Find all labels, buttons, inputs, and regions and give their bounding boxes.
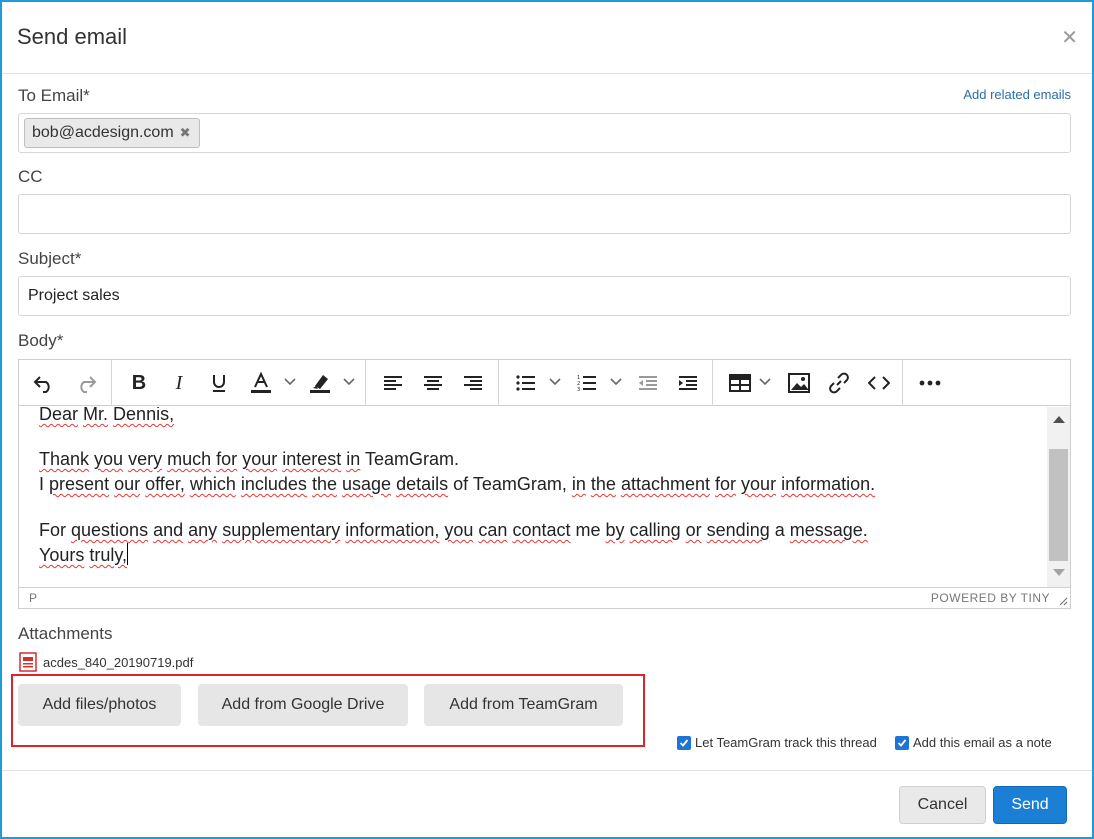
link-icon[interactable] <box>824 368 854 398</box>
redo-icon[interactable] <box>71 368 101 398</box>
body-line-2: I present our offer, which includes the … <box>39 474 876 494</box>
track-thread-checkbox[interactable]: Let TeamGram track this thread <box>677 735 877 750</box>
italic-icon[interactable]: I <box>164 368 194 398</box>
cc-label: CC <box>18 167 43 186</box>
body-closing-paragraph: Yours truly, <box>39 543 1046 568</box>
editor-statusbar: P POWERED BY TINY <box>19 587 1070 608</box>
body-closing: Yours truly, <box>39 545 128 565</box>
subject-field[interactable]: Project sales <box>18 276 1071 316</box>
toolbar-group-lists: 123 <box>499 360 713 406</box>
bullet-list-chevron-icon[interactable] <box>548 375 562 389</box>
powered-by-label[interactable]: POWERED BY TINY <box>931 591 1050 605</box>
editor-toolbar: B I 1 2 3 <box>19 360 1070 406</box>
align-left-icon[interactable] <box>378 368 408 398</box>
table-icon[interactable] <box>725 368 755 398</box>
toolbar-group-history <box>19 360 112 406</box>
cancel-button[interactable]: Cancel <box>899 786 986 824</box>
element-path[interactable]: P <box>29 591 37 605</box>
toolbar-group-insert <box>713 360 903 406</box>
editor-scrollbar[interactable] <box>1047 407 1070 587</box>
body-line-1: Thank you very much for your interest in… <box>39 449 459 469</box>
add-files-button[interactable]: Add files/photos <box>18 684 181 726</box>
checkbox-checked-icon[interactable] <box>895 735 909 750</box>
more-icon[interactable] <box>915 368 945 398</box>
align-right-icon[interactable] <box>458 368 488 398</box>
cc-field[interactable] <box>18 194 1071 234</box>
code-icon[interactable] <box>864 368 894 398</box>
attachment-item[interactable]: acdes_840_20190719.pdf <box>19 652 193 672</box>
subject-label: Subject* <box>18 249 82 268</box>
rich-text-editor: B I 1 2 3 Dear Mr. Dennis, Thank you ver… <box>18 359 1071 609</box>
numbered-list-icon[interactable]: 123 <box>572 368 602 398</box>
underline-icon[interactable] <box>204 368 234 398</box>
dialog-header: Send email ✕ <box>2 2 1092 74</box>
resize-handle-icon[interactable] <box>1058 596 1068 606</box>
editor-content[interactable]: Dear Mr. Dennis, Thank you very much for… <box>19 407 1046 587</box>
add-teamgram-button[interactable]: Add from TeamGram <box>424 684 623 726</box>
pdf-file-icon <box>19 652 37 672</box>
remove-chip-icon[interactable]: ✖ <box>180 125 191 140</box>
text-color-chevron-icon[interactable] <box>283 375 297 389</box>
text-cursor <box>127 543 129 565</box>
add-google-drive-button[interactable]: Add from Google Drive <box>198 684 408 726</box>
body-label: Body* <box>18 331 64 350</box>
footer-divider <box>2 770 1092 771</box>
email-chip-label: bob@acdesign.com <box>32 124 174 141</box>
indent-icon[interactable] <box>673 368 703 398</box>
scrollbar-thumb[interactable] <box>1049 449 1068 561</box>
checkbox-checked-icon[interactable] <box>677 735 691 750</box>
dialog-title: Send email <box>17 24 128 49</box>
add-note-label: Add this email as a note <box>913 735 1052 750</box>
attachments-label: Attachments <box>18 624 113 643</box>
highlight-color-icon[interactable] <box>305 368 335 398</box>
image-icon[interactable] <box>784 368 814 398</box>
track-thread-label: Let TeamGram track this thread <box>695 735 877 750</box>
outdent-icon[interactable] <box>633 368 663 398</box>
add-note-checkbox[interactable]: Add this email as a note <box>895 735 1052 750</box>
to-email-label: To Email* <box>18 86 90 105</box>
add-related-emails-link[interactable]: Add related emails <box>963 87 1071 102</box>
to-email-field[interactable]: bob@acdesign.com ✖ <box>18 113 1071 153</box>
send-email-dialog: Send email ✕ To Email* Add related email… <box>0 0 1094 839</box>
toolbar-group-align <box>366 360 499 406</box>
svg-text:3: 3 <box>577 387 580 392</box>
highlight-chevron-icon[interactable] <box>342 375 356 389</box>
toolbar-group-format: B I <box>112 360 366 406</box>
numbered-list-chevron-icon[interactable] <box>609 375 623 389</box>
text-color-icon[interactable] <box>246 368 276 398</box>
send-button[interactable]: Send <box>993 786 1067 824</box>
email-chip: bob@acdesign.com ✖ <box>24 118 200 148</box>
undo-icon[interactable] <box>29 368 59 398</box>
table-chevron-icon[interactable] <box>758 375 772 389</box>
body-greeting: Dear Mr. Dennis, <box>39 407 175 424</box>
close-icon[interactable]: ✕ <box>1061 28 1078 48</box>
align-center-icon[interactable] <box>418 368 448 398</box>
bold-icon[interactable]: B <box>124 368 154 398</box>
body-line-3: For questions and any supplementary info… <box>39 520 868 540</box>
scroll-down-arrow-icon[interactable] <box>1053 569 1065 576</box>
subject-value: Project sales <box>28 287 120 304</box>
scroll-up-arrow-icon[interactable] <box>1053 416 1065 423</box>
bullet-list-icon[interactable] <box>511 368 541 398</box>
attachment-filename: acdes_840_20190719.pdf <box>43 654 194 670</box>
